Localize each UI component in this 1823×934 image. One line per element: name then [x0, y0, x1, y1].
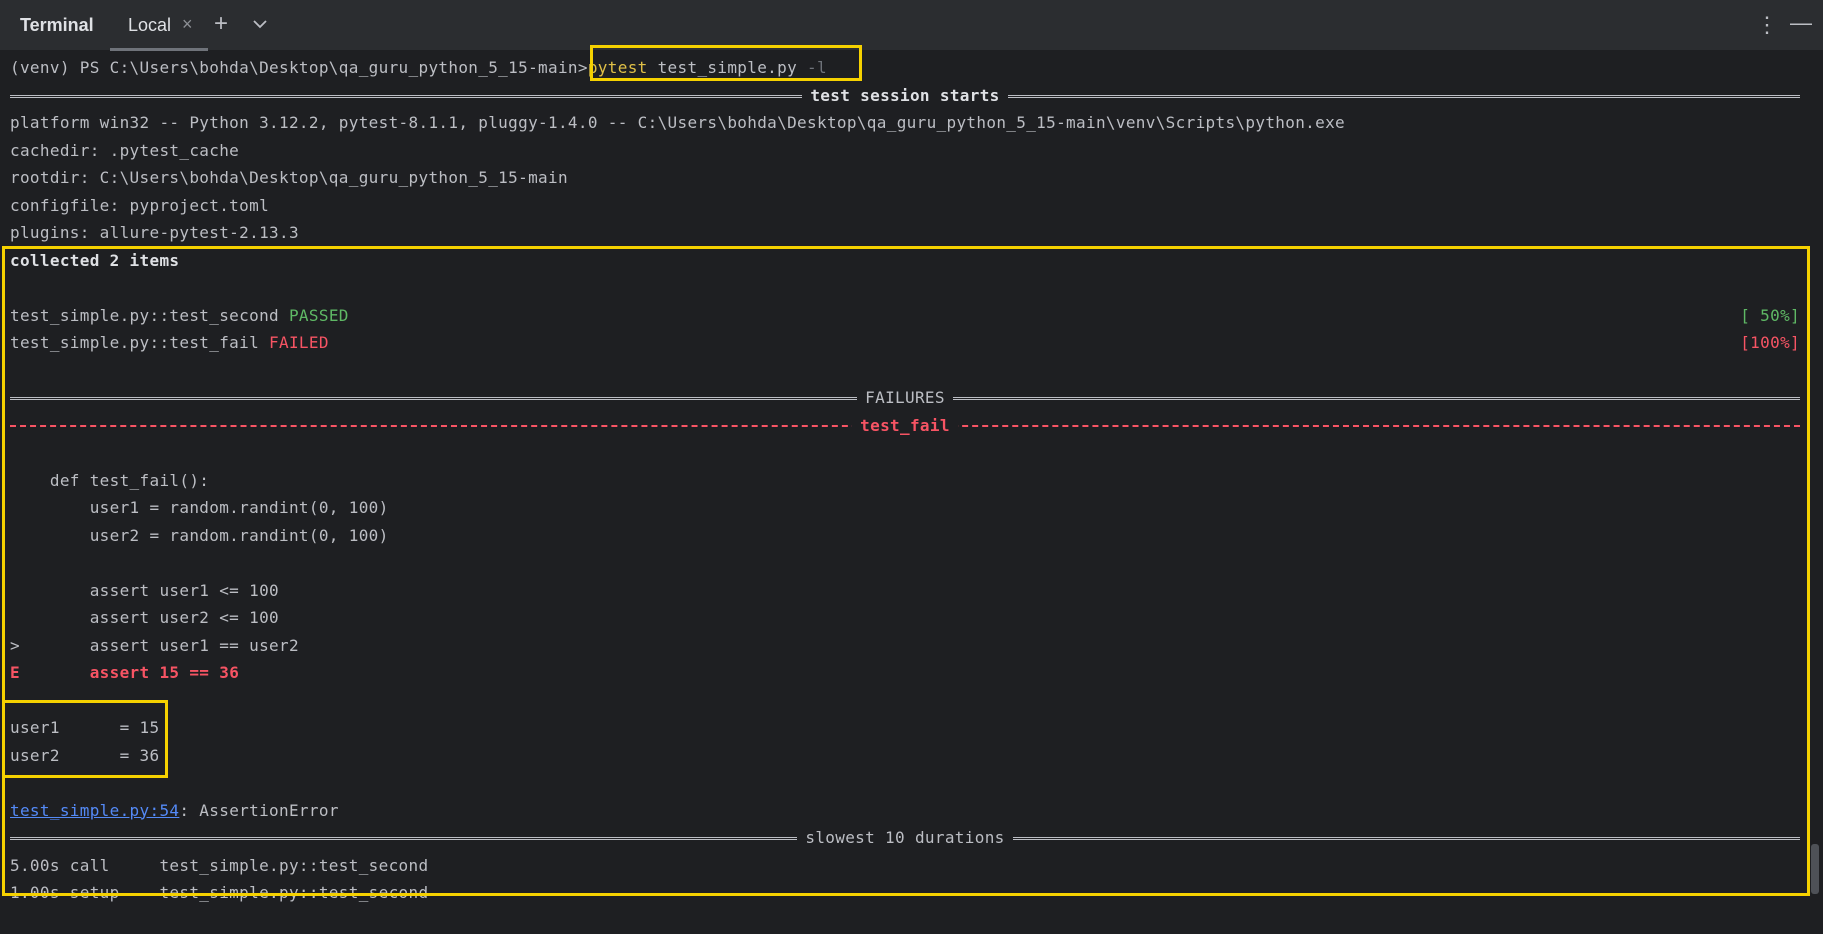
command-highlight-box: [590, 45, 862, 81]
output-highlight-box: [2, 246, 1810, 896]
tab-local-label: Local: [128, 15, 172, 35]
configfile-line: configfile: pyproject.toml: [10, 195, 270, 215]
plugins-line: plugins: allure-pytest-2.13.3: [10, 223, 299, 242]
locals-highlight-box: [2, 700, 168, 778]
prompt: (venv) PS C:\Users\bohda\Desktop\qa_guru…: [10, 58, 588, 77]
minimize-icon[interactable]: —: [1790, 10, 1812, 36]
rootdir-line: rootdir: C:\Users\bohda\Desktop\qa_guru_…: [10, 168, 568, 187]
session-separator: test session starts: [10, 82, 1810, 110]
tool-window-header: Terminal Local × + ⋮ —: [0, 0, 1823, 51]
chevron-down-icon[interactable]: [250, 14, 270, 34]
tool-window-title: Terminal: [20, 15, 94, 35]
add-tab-icon[interactable]: +: [214, 10, 228, 38]
tab-local[interactable]: Local ×: [110, 0, 208, 51]
vertical-scrollbar[interactable]: [1811, 844, 1819, 894]
session-title: test session starts: [802, 85, 1008, 105]
command-line: (venv) PS C:\Users\bohda\Desktop\qa_guru…: [10, 54, 1810, 82]
close-icon[interactable]: ×: [182, 14, 193, 35]
cachedir-line: cachedir: .pytest_cache: [10, 140, 240, 160]
platform-line: platform win32 -- Python 3.12.2, pytest-…: [10, 113, 1346, 132]
more-options-icon[interactable]: ⋮: [1756, 12, 1778, 38]
